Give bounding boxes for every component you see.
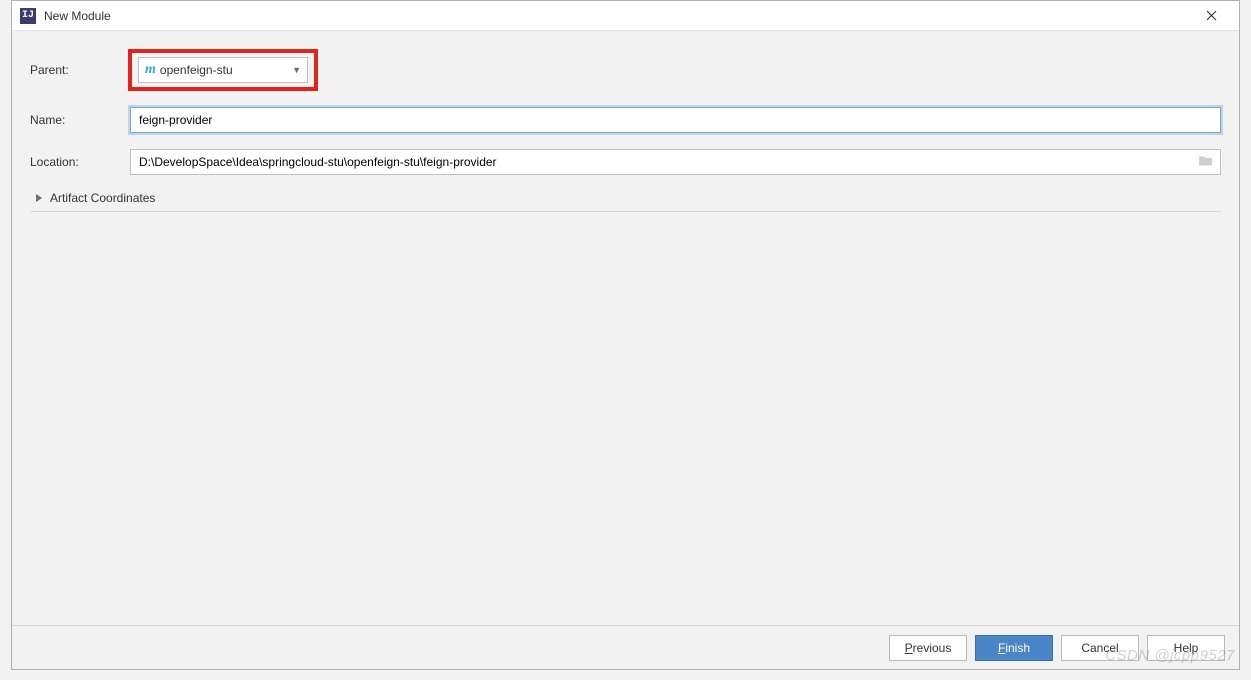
name-row: Name: xyxy=(30,107,1221,133)
location-input[interactable] xyxy=(130,149,1221,175)
location-row: Location: xyxy=(30,149,1221,175)
cancel-button[interactable]: Cancel xyxy=(1061,635,1139,661)
parent-highlight-box: m openfeign-stu ▼ xyxy=(128,49,318,91)
close-button[interactable] xyxy=(1191,1,1231,31)
help-button[interactable]: Help xyxy=(1147,635,1225,661)
new-module-dialog: IJ New Module Parent: m openfeign-stu ▼ … xyxy=(11,0,1240,670)
artifact-coordinates-label: Artifact Coordinates xyxy=(50,191,155,205)
expand-triangle-icon xyxy=(36,194,42,202)
parent-row: Parent: m openfeign-stu ▼ xyxy=(30,49,1221,91)
window-title: New Module xyxy=(44,9,111,23)
titlebar: IJ New Module xyxy=(12,1,1239,31)
name-input[interactable] xyxy=(130,107,1221,133)
dialog-footer: Previous Finish Cancel Help xyxy=(12,625,1239,669)
form-content: Parent: m openfeign-stu ▼ Name: Location… xyxy=(12,31,1239,625)
maven-module-icon: m xyxy=(145,62,156,78)
browse-folder-button[interactable] xyxy=(1198,155,1213,170)
chevron-down-icon: ▼ xyxy=(292,65,301,75)
folder-icon xyxy=(1198,155,1213,167)
parent-combobox[interactable]: m openfeign-stu ▼ xyxy=(138,57,308,83)
parent-value: openfeign-stu xyxy=(160,63,233,77)
intellij-icon: IJ xyxy=(20,8,36,24)
finish-button[interactable]: Finish xyxy=(975,635,1053,661)
previous-button[interactable]: Previous xyxy=(889,635,967,661)
artifact-coordinates-expander[interactable]: Artifact Coordinates xyxy=(30,191,1221,212)
location-label: Location: xyxy=(30,155,130,169)
name-label: Name: xyxy=(30,113,130,127)
close-icon xyxy=(1206,10,1217,21)
parent-label: Parent: xyxy=(30,63,130,77)
